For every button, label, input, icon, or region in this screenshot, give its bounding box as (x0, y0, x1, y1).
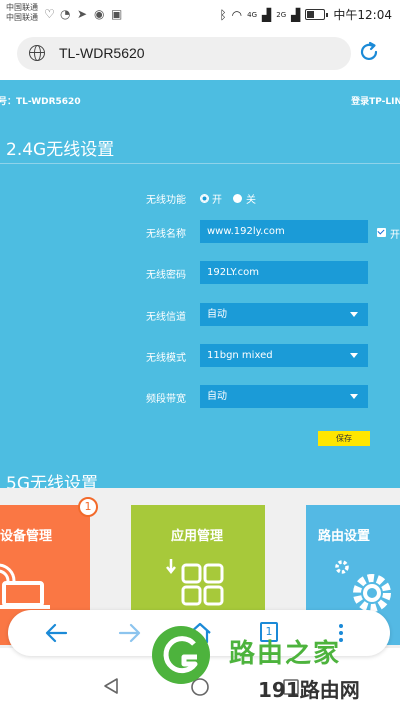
tile-apps-label: 应用管理 (171, 529, 224, 544)
watermark-logo (152, 626, 210, 684)
mode-label: 无线模式 (146, 353, 186, 364)
signal-1-label: 4G (247, 10, 258, 19)
reload-icon[interactable] (358, 41, 380, 63)
chevron-down-icon (350, 312, 358, 317)
mode-value: 11bgn mixed (207, 350, 273, 361)
router-settings-page: 号：TL-WDR5620 登录TP-LIN 2.4G无线设置 无线功能 开 关 … (0, 80, 400, 500)
battery-icon (305, 9, 326, 20)
wireless-function-label: 无线功能 (146, 195, 186, 206)
watermark-site: 191路由网 (258, 678, 360, 702)
forward-arrow-icon[interactable] (116, 621, 142, 645)
login-link[interactable]: 登录TP-LIN (351, 94, 400, 107)
tile-router-label: 路由设置 (318, 529, 371, 544)
carrier-info: 中国联通 中国联通 (6, 3, 38, 23)
signal-1-icon: ▟ (262, 7, 272, 22)
notification-icon: ▣ (111, 7, 123, 21)
wireless-on-label: 开 (212, 195, 222, 206)
ssid-input[interactable]: www.192ly.com (200, 220, 368, 243)
password-input[interactable]: 192LY.com (200, 261, 368, 284)
signal-2-icon: ▟ (291, 7, 301, 22)
wireless-off-radio[interactable] (233, 194, 242, 203)
address-bar[interactable]: TL-WDR5620 (17, 37, 351, 70)
app-notification-icon: ◔ (60, 7, 71, 21)
mode-select[interactable]: 11bgn mixed (200, 344, 368, 367)
divider (0, 163, 400, 164)
model-label: 号：TL-WDR5620 (0, 97, 81, 107)
system-back-icon[interactable] (102, 677, 120, 695)
bandwidth-value: 自动 (207, 391, 227, 402)
wireless-on-radio[interactable] (200, 194, 209, 203)
channel-value: 自动 (207, 309, 227, 320)
carrier-1: 中国联通 (6, 3, 38, 12)
globe-icon (29, 45, 45, 61)
chevron-down-icon (350, 394, 358, 399)
save-button[interactable]: 保存 (318, 431, 370, 446)
signal-2-label: 2G (276, 10, 287, 19)
url-text[interactable]: TL-WDR5620 (59, 45, 145, 61)
bandwidth-label: 频段带宽 (146, 394, 186, 405)
bandwidth-select[interactable]: 自动 (200, 385, 368, 408)
bluetooth-icon: ᛒ (219, 7, 227, 22)
chevron-down-icon (350, 353, 358, 358)
channel-select[interactable]: 自动 (200, 303, 368, 326)
status-bar: 中国联通 中国联通 ♡ ◔ ➤ ◉ ▣ ᛒ ◠ 4G ▟ 2G ▟ 中午12:0… (0, 0, 400, 28)
channel-label: 无线信道 (146, 312, 186, 323)
laptop-icon (0, 563, 50, 609)
ssid-broadcast-label: 开 (390, 230, 400, 241)
heartbeat-icon: ♡ (44, 7, 55, 21)
wireless-off-label: 关 (246, 195, 256, 206)
carrier-2: 中国联通 (6, 13, 38, 22)
wifi-icon: ◠ (231, 7, 243, 22)
clock: 中午12:04 (333, 8, 392, 22)
ssid-label: 无线名称 (146, 229, 186, 240)
status-right: ᛒ ◠ 4G ▟ 2G ▟ 中午12:04 (219, 6, 392, 23)
password-label: 无线密码 (146, 270, 186, 281)
section-title-24g: 2.4G无线设置 (6, 140, 115, 160)
battery-tip (326, 12, 329, 17)
weibo-icon: ◉ (94, 7, 105, 21)
watermark-brand: 路由之家 (229, 639, 342, 669)
device-count-badge: 1 (78, 497, 98, 517)
telegram-icon: ➤ (77, 7, 88, 21)
ssid-broadcast-checkbox[interactable] (377, 228, 386, 237)
tile-device-label: 设备管理 (0, 529, 53, 544)
back-arrow-icon[interactable] (44, 621, 70, 645)
